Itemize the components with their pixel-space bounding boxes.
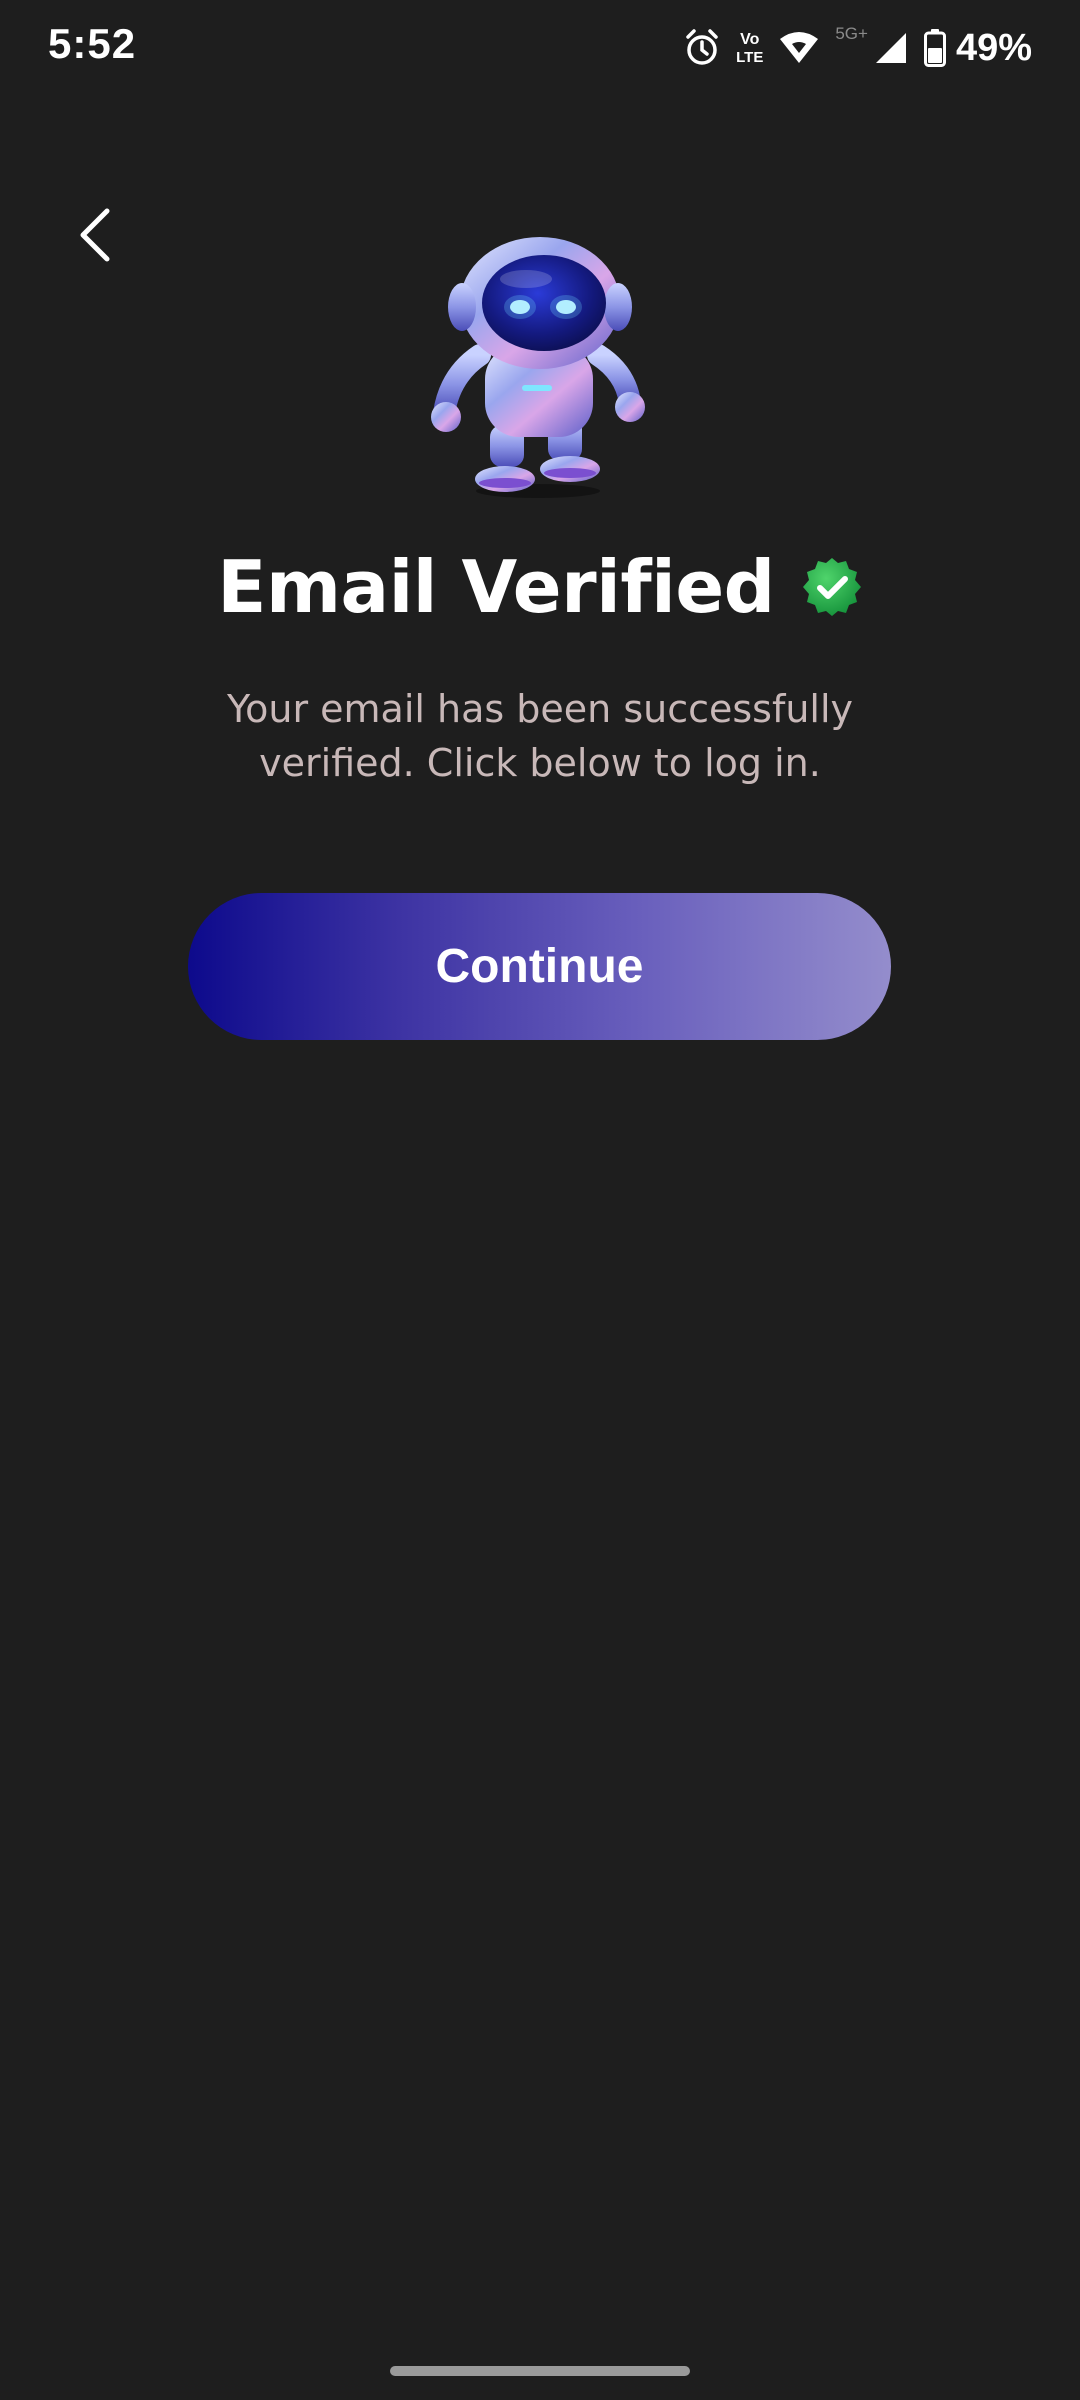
robot-illustration — [431, 237, 645, 498]
signal-icon — [874, 31, 908, 65]
continue-button[interactable]: Continue — [188, 893, 891, 1040]
volte-lte-label: LTE — [736, 48, 764, 66]
back-button[interactable] — [60, 200, 130, 270]
status-bar: 5:52 Vo LTE 5G+ 49% — [0, 0, 1080, 100]
chevron-left-icon — [80, 208, 110, 262]
status-icons: Vo LTE 5G+ 49% — [684, 22, 1032, 74]
wifi-icon — [779, 31, 819, 65]
volte-icon: Vo LTE — [736, 30, 764, 66]
network-type-label: 5G+ — [835, 24, 868, 43]
status-time: 5:52 — [48, 20, 137, 67]
alarm-icon — [684, 28, 720, 68]
subtitle-text: Your email has been successfully verifie… — [226, 687, 854, 785]
home-indicator[interactable] — [390, 2366, 690, 2376]
continue-button-label: Continue — [435, 940, 644, 993]
battery-icon — [923, 29, 946, 67]
page-title: Email Verified — [217, 545, 775, 629]
title-row: Email Verified — [0, 545, 1080, 629]
verified-check-icon — [802, 558, 861, 616]
battery-percent: 49% — [955, 26, 1032, 69]
volte-vo-label: Vo — [740, 30, 760, 48]
email-verified-screen: 5:52 Vo LTE 5G+ 49% Email Verified Your … — [0, 0, 1080, 2400]
